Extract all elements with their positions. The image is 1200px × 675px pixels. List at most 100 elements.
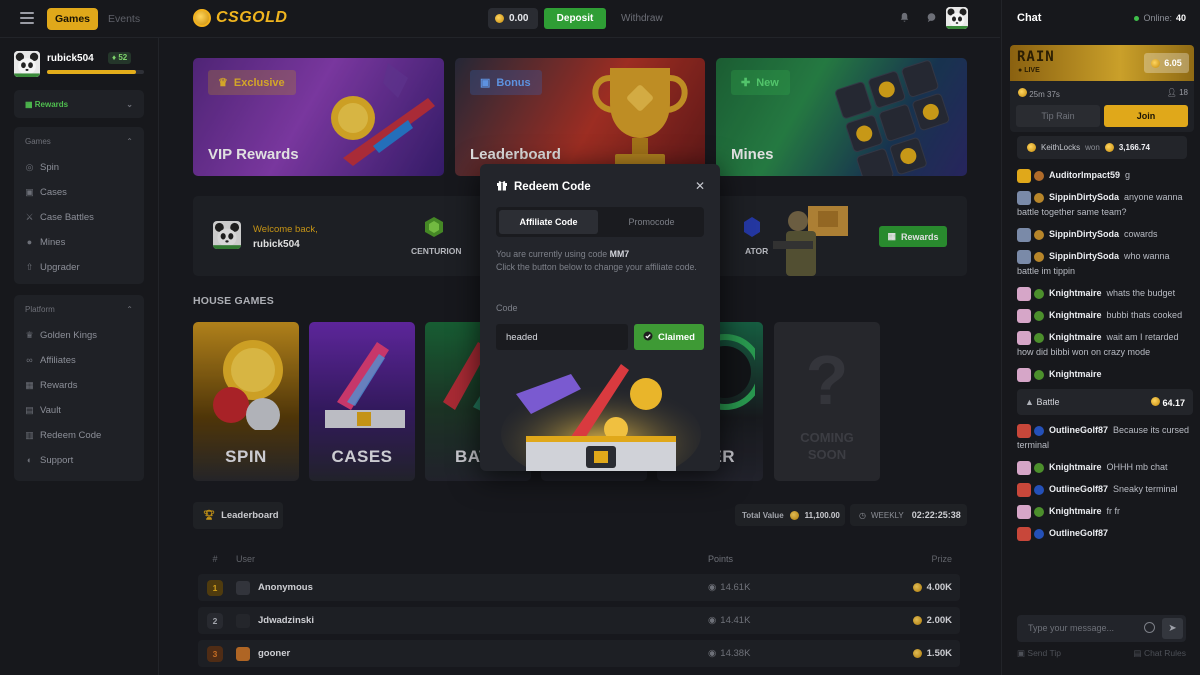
level-icon	[1034, 192, 1044, 203]
chat-text: fr fr	[1106, 506, 1121, 516]
chevron-up-icon: ⌃	[126, 136, 133, 146]
deposit-button[interactable]: Deposit	[544, 8, 606, 29]
chat-messages: AuditorImpact59 g SippinDirtySoda anyone wa…	[1017, 168, 1193, 548]
chat-text: OHHH mb chat	[1106, 462, 1168, 472]
chat-username[interactable]: SippinDirtySoda	[1049, 251, 1119, 261]
chat-username[interactable]: SippinDirtySoda	[1049, 229, 1119, 239]
top-bar: Games Events CSGOLD 0.00 Deposit Withdra…	[0, 0, 1000, 38]
code-input[interactable]	[496, 324, 628, 350]
bomb-icon: ●	[26, 237, 33, 247]
sidebar-item-redeem-code[interactable]: ▥ Redeem Code	[14, 423, 144, 448]
chat-username[interactable]: AuditorImpact59	[1049, 170, 1120, 180]
chat-username[interactable]: Knightmaire	[1049, 506, 1102, 516]
avatar[interactable]	[1017, 227, 1031, 242]
avatar[interactable]	[1017, 526, 1031, 541]
avatar[interactable]	[1017, 308, 1031, 323]
level-value: 52	[118, 53, 128, 62]
sidebar-item-support[interactable]: ◐ Support	[14, 448, 144, 473]
rain-timer-value: 25m 37s	[1029, 90, 1060, 99]
games-tab-button[interactable]: Games	[47, 8, 98, 30]
avatar[interactable]	[1017, 482, 1031, 497]
avatar[interactable]	[1017, 168, 1031, 183]
withdraw-button[interactable]: Withdraw	[621, 8, 663, 29]
tab-promocode[interactable]: Promocode	[602, 210, 701, 234]
emoji-icon[interactable]	[1144, 622, 1155, 633]
games-nav-section: Games ⌃ ◎ Spin ▣ Cases ⚔ Case Battles ● Mines ⇧ U…	[14, 127, 144, 284]
level-icon	[1034, 506, 1044, 517]
sidebar-item-rewards[interactable]: ▦ Rewards	[14, 373, 144, 398]
profile-avatar[interactable]	[946, 7, 968, 29]
current-code: MM7	[609, 249, 630, 259]
gift-icon	[496, 179, 508, 194]
avatar[interactable]	[1017, 460, 1031, 475]
rain-participants-value: 18	[1179, 88, 1188, 97]
sidebar-item-upgrader[interactable]: ⇧ Upgrader	[14, 255, 144, 280]
chat-username[interactable]: Knightmaire	[1049, 310, 1102, 320]
modal-title-label: Redeem Code	[514, 180, 591, 193]
balance-display[interactable]: 0.00	[488, 8, 538, 29]
join-rain-button[interactable]: Join	[1104, 105, 1188, 127]
coin-icon	[1027, 143, 1036, 152]
rewards-header: ▦ Rewards	[25, 99, 69, 109]
left-sidebar: rubick504 ♦ 52 ▦ Rewards ⌄ Games ⌃ ◎ Spin…	[0, 38, 159, 675]
chat-username[interactable]: Knightmaire	[1049, 332, 1102, 342]
spin-icon: ◎	[25, 162, 34, 172]
avatar[interactable]	[1017, 286, 1031, 301]
chat-username[interactable]: Knightmaire	[1049, 462, 1102, 472]
events-tab-button[interactable]: Events	[108, 8, 140, 30]
chat-username[interactable]: SippinDirtySoda	[1049, 192, 1119, 202]
chat-message: OutlineGolf87 Because its cursed terminal	[1017, 423, 1193, 453]
chat-username[interactable]: OutlineGolf87	[1049, 425, 1108, 435]
sidebar-item-cases[interactable]: ▣ Cases	[14, 180, 144, 205]
chat-rules-link[interactable]: ▤ Chat Rules	[1134, 648, 1186, 659]
rewards-dropdown[interactable]: ▦ Rewards ⌄	[14, 90, 144, 118]
claimed-button[interactable]: Claimed	[634, 324, 704, 350]
user-profile[interactable]: rubick504 ♦ 52	[14, 51, 149, 79]
sidebar-item-case-battles[interactable]: ⚔ Case Battles	[14, 205, 144, 230]
sidebar-item-golden-kings[interactable]: ♛ Golden Kings	[14, 323, 144, 348]
avatar[interactable]	[1017, 190, 1031, 205]
send-tip-link[interactable]: ▣ Send Tip	[1017, 648, 1061, 659]
send-icon[interactable]: ➤	[1162, 618, 1183, 639]
coin-icon	[1151, 58, 1161, 68]
logo-coin-icon	[193, 9, 211, 27]
chat-footer: ▣ Send Tip ▤ Chat Rules	[1017, 648, 1186, 659]
games-nav-header[interactable]: Games ⌃	[14, 127, 144, 155]
hamburger-icon[interactable]	[20, 12, 34, 24]
battle-share-card[interactable]: ▲ Battle 64.17	[1017, 389, 1193, 415]
chat-text: cowards	[1124, 229, 1158, 239]
sidebar-item-affiliates[interactable]: ∞ Affiliates	[14, 348, 144, 373]
tip-rain-button[interactable]: Tip Rain	[1016, 105, 1100, 127]
bell-icon[interactable]	[898, 12, 910, 24]
sidebar-item-spin[interactable]: ◎ Spin	[14, 155, 144, 180]
chat-message: SippinDirtySoda cowards	[1017, 227, 1193, 242]
chat-username[interactable]: Knightmaire	[1049, 288, 1102, 298]
platform-nav-header[interactable]: Platform ⌃	[14, 295, 144, 323]
arrow-up-icon: ⇧	[25, 262, 34, 272]
chat-bubble-icon[interactable]	[925, 12, 937, 24]
sidebar-item-label: Vault	[40, 405, 61, 416]
chat-username[interactable]: OutlineGolf87	[1049, 528, 1108, 538]
chat-username[interactable]: Knightmaire	[1049, 369, 1102, 379]
chat-input-field[interactable]: Type your message... ➤	[1017, 615, 1186, 642]
rain-participants: 👤︎ 18	[1167, 88, 1188, 99]
close-icon[interactable]: ✕	[695, 179, 705, 193]
avatar[interactable]	[1017, 367, 1031, 382]
chat-message: SippinDirtySoda who wanna battle im tippi…	[1017, 249, 1193, 279]
username: rubick504	[47, 53, 94, 64]
sidebar-item-mines[interactable]: ● Mines	[14, 230, 144, 255]
chat-username[interactable]: OutlineGolf87	[1049, 484, 1108, 494]
rain-title: RAIN	[1017, 49, 1055, 65]
chat-message: Knightmaire bubbi thats cooked	[1017, 308, 1193, 323]
rain-meta: 25m 37s 👤︎ 18	[1018, 88, 1188, 99]
xp-progress-bar	[47, 70, 144, 74]
rain-amount-value: 6.05	[1164, 58, 1182, 68]
avatar[interactable]	[1017, 423, 1031, 438]
avatar[interactable]	[1017, 330, 1031, 345]
site-logo[interactable]: CSGOLD	[193, 9, 287, 27]
tab-affiliate-code[interactable]: Affiliate Code	[499, 210, 598, 234]
avatar[interactable]	[1017, 504, 1031, 519]
sidebar-item-vault[interactable]: ▤ Vault	[14, 398, 144, 423]
avatar[interactable]	[1017, 249, 1031, 264]
level-icon	[1034, 251, 1044, 262]
